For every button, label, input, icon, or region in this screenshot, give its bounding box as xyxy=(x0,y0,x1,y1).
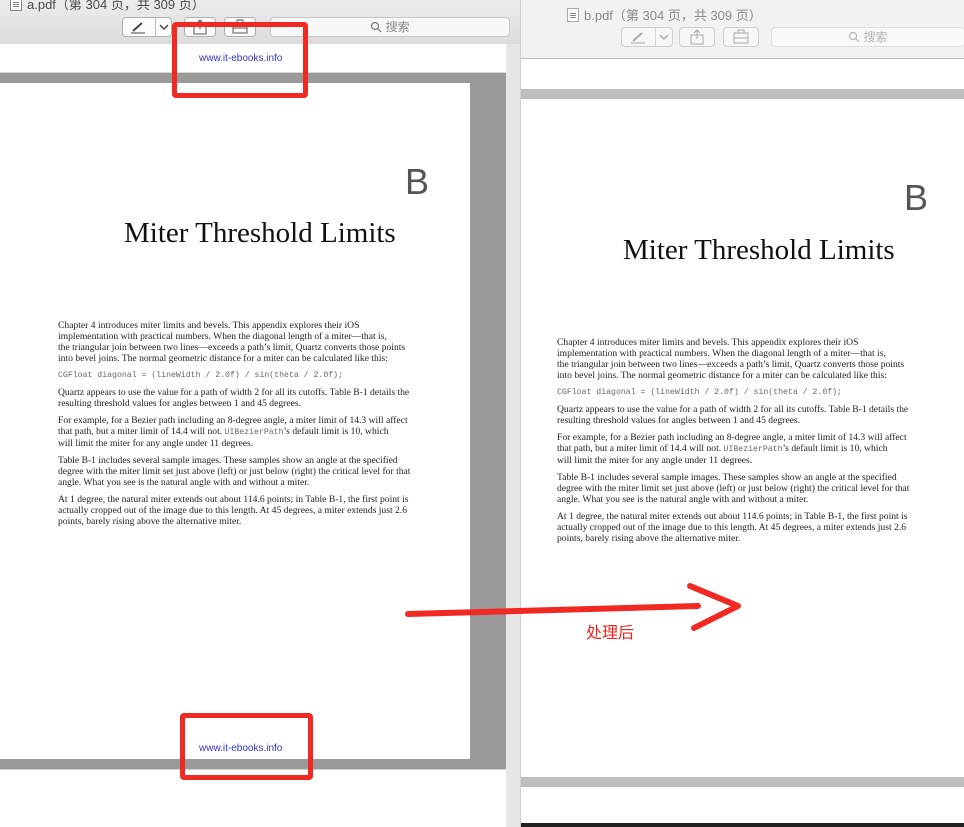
right-share-button[interactable] xyxy=(679,27,715,47)
right-toolbox-button[interactable] xyxy=(723,27,759,47)
paragraph-1: Chapter 4 introduces miter limits and be… xyxy=(58,320,406,364)
left-gray-margin xyxy=(470,83,506,759)
search-icon xyxy=(371,21,382,33)
right-bottom-edge xyxy=(521,823,964,827)
chevron-down-icon[interactable] xyxy=(658,33,670,43)
left-scrollbar-track[interactable] xyxy=(506,44,520,827)
right-toolbar: b.pdf（第 304 页，共 309 页） 搜索 xyxy=(521,0,964,59)
left-body-text: Chapter 4 introduces miter limits and be… xyxy=(58,320,438,533)
paragraph-4: Table B-1 includes several sample images… xyxy=(58,455,411,488)
paragraph-5: At 1 degree, the natural miter extends o… xyxy=(58,494,409,527)
paragraph-1: Chapter 4 introduces miter limits and be… xyxy=(557,337,905,381)
chevron-down-icon[interactable] xyxy=(158,23,170,33)
right-pdf-window: b.pdf（第 304 页，共 309 页） 搜索 B Miter Thresh… xyxy=(520,0,964,827)
left-window-title: a.pdf（第 304 页，共 309 页） xyxy=(10,0,205,13)
right-search-placeholder: 搜索 xyxy=(863,30,888,44)
highlight-box-bottom xyxy=(180,713,313,780)
annotate-button[interactable] xyxy=(122,17,172,37)
highlight-box-top xyxy=(172,22,308,98)
paragraph-2: Quartz appears to use the value for a pa… xyxy=(58,387,410,409)
left-search-placeholder: 搜索 xyxy=(385,20,410,34)
right-pdf-page: B Miter Threshold Limits Chapter 4 intro… xyxy=(521,99,964,777)
left-title-text: a.pdf（第 304 页，共 309 页） xyxy=(27,0,205,12)
right-prev-page xyxy=(521,59,964,90)
right-title-text: b.pdf（第 304 页，共 309 页） xyxy=(584,8,762,23)
document-icon xyxy=(567,8,579,22)
code-line: CGFloat diagonal = (lineWidth / 2.0f) / … xyxy=(58,371,343,380)
right-chapter-letter: B xyxy=(904,177,929,218)
annotation-arrow xyxy=(405,583,741,631)
paragraph-3: For example, for a Bezier path including… xyxy=(557,432,907,466)
paragraph-2: Quartz appears to use the value for a pa… xyxy=(557,404,909,426)
right-next-page xyxy=(521,787,964,823)
document-icon xyxy=(10,0,22,11)
paragraph-3: For example, for a Bezier path including… xyxy=(58,415,408,449)
search-icon xyxy=(849,31,860,43)
toolbox-icon xyxy=(733,29,749,44)
paragraph-4: Table B-1 includes several sample images… xyxy=(557,472,910,505)
right-window-title: b.pdf（第 304 页，共 309 页） xyxy=(567,5,762,24)
right-page-gap xyxy=(521,89,964,99)
right-page-gap-bottom xyxy=(521,777,964,787)
right-annotate-button[interactable] xyxy=(621,27,673,47)
left-chapter-title: Miter Threshold Limits xyxy=(124,217,396,249)
left-pdf-window: a.pdf（第 304 页，共 309 页） 搜索 www.it-ebooks.… xyxy=(0,0,520,827)
right-chapter-title: Miter Threshold Limits xyxy=(623,234,895,266)
code-line: CGFloat diagonal = (lineWidth / 2.0f) / … xyxy=(557,388,842,397)
left-chapter-letter: B xyxy=(405,161,430,202)
right-body-text: Chapter 4 introduces miter limits and be… xyxy=(557,337,937,550)
right-search-field[interactable]: 搜索 xyxy=(771,27,964,47)
annotation-label: 处理后 xyxy=(586,625,635,642)
share-icon xyxy=(690,29,704,45)
left-pdf-page: B Miter Threshold Limits Chapter 4 intro… xyxy=(0,83,470,759)
paragraph-5: At 1 degree, the natural miter extends o… xyxy=(557,511,908,544)
